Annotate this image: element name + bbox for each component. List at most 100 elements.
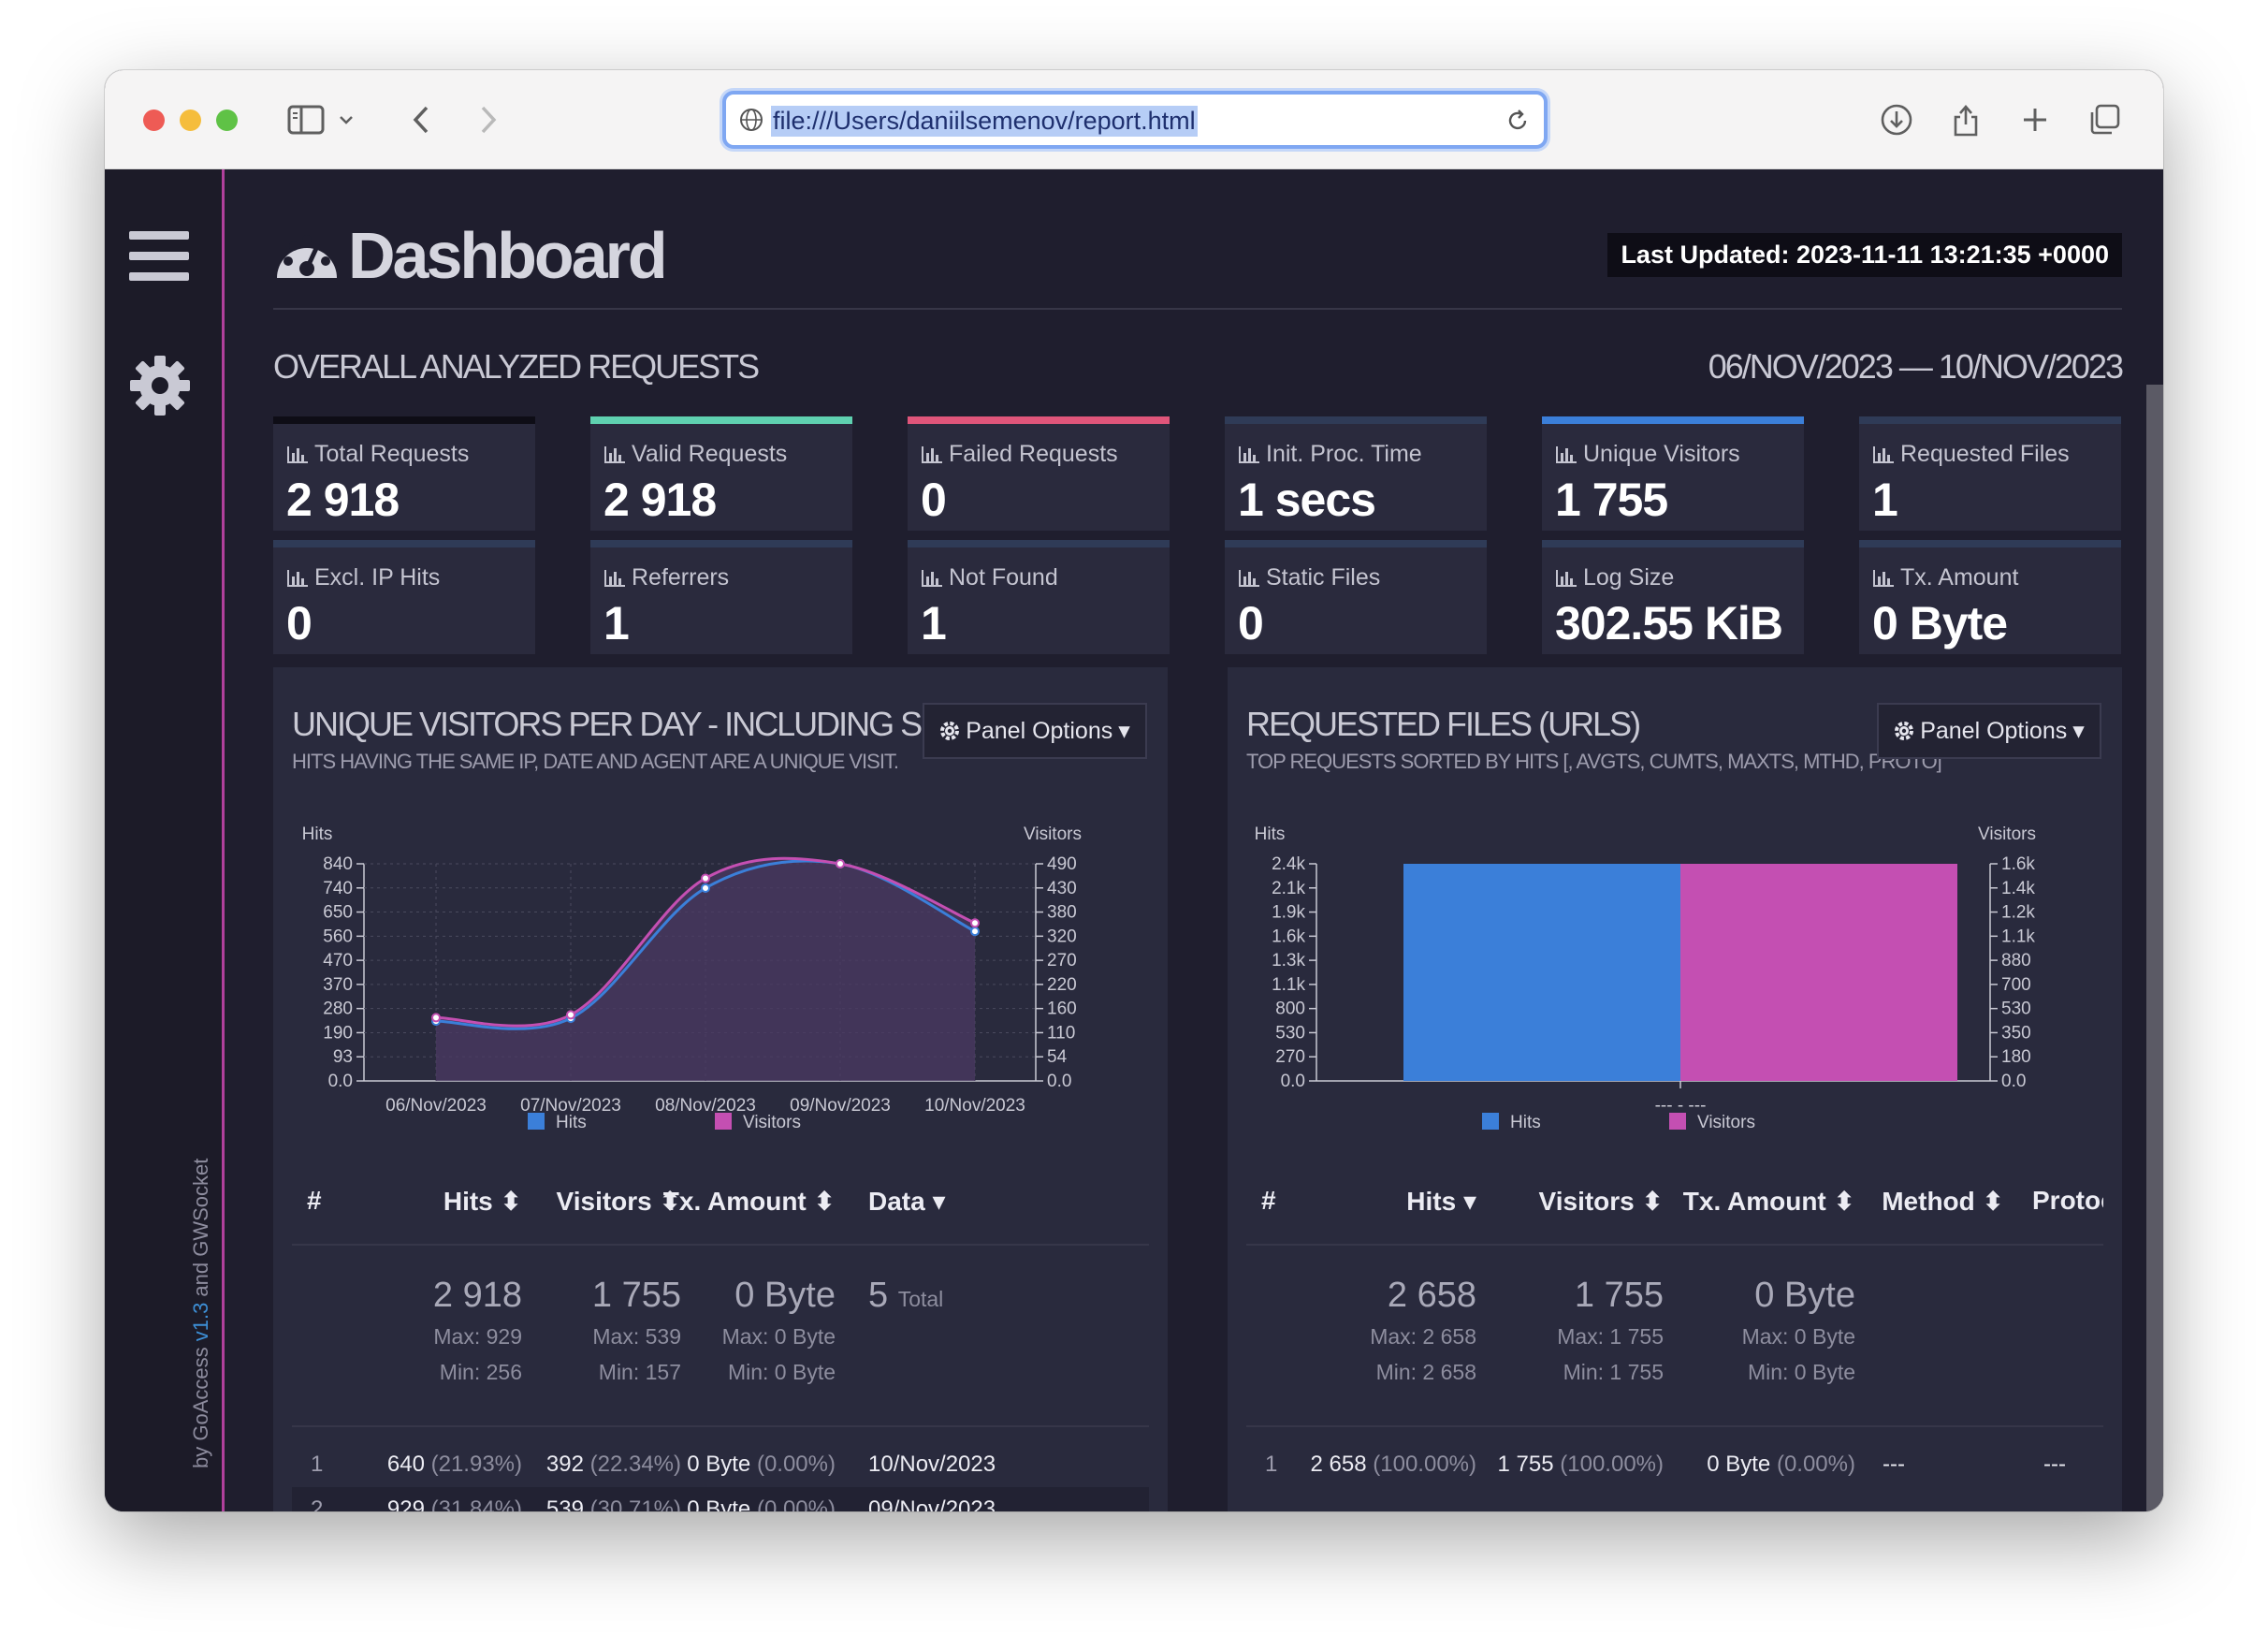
col-method-label: Method xyxy=(1882,1187,1975,1216)
row-tx-pct: (0.00%) xyxy=(756,1452,836,1477)
stat-card: Requested Files 1 xyxy=(1859,416,2121,531)
small-gear-icon xyxy=(940,722,960,740)
col-method-sort[interactable]: Method ⬍ xyxy=(1882,1186,2004,1217)
col-tx-sort[interactable]: Tx. Amount ⬍ xyxy=(1683,1186,1855,1217)
download-icon[interactable] xyxy=(1875,98,1918,141)
col-protocol-sort[interactable]: Protocol xyxy=(2032,1186,2103,1216)
close-window-button[interactable] xyxy=(143,109,165,131)
row-visitors-pct: (100.00%) xyxy=(1560,1452,1664,1477)
stat-card-value: 1 xyxy=(603,597,630,649)
visitors-point xyxy=(431,1013,441,1023)
col-tx-sort[interactable]: Tx. Amount ⬍ xyxy=(663,1186,836,1217)
stat-card: Not Found 1 xyxy=(908,540,1170,654)
caret-down-icon: ▾ xyxy=(2072,718,2085,744)
col-tx-label: Tx. Amount xyxy=(662,1187,807,1216)
hamburger-menu-icon[interactable] xyxy=(129,231,189,286)
col-tx-label: Tx. Amount xyxy=(1682,1187,1826,1216)
y-tick-label-right: 0.0 xyxy=(1047,1072,1071,1091)
summary-hits: 2 658 xyxy=(1387,1276,1476,1315)
url-text[interactable]: file:///Users/daniilsemenov/report.html xyxy=(771,106,1198,137)
back-icon[interactable] xyxy=(400,98,443,141)
summary-tx-min: Min: 0 Byte xyxy=(727,1360,836,1384)
stat-card-value: 0 xyxy=(286,597,313,649)
row-number: 2 xyxy=(311,1496,324,1511)
y-tick-label-left: 1.1k xyxy=(1272,975,1305,995)
y-tick-label-right: 490 xyxy=(1047,854,1077,874)
report-page: by GoAccess v1.3 and GWSocket Dashboard … xyxy=(105,169,2163,1511)
summary-visitors-min: Min: 157 xyxy=(598,1360,681,1384)
credit-version-link[interactable]: v1.3 xyxy=(189,1303,212,1342)
chevron-down-icon[interactable] xyxy=(332,98,360,141)
y-tick-label-right: 380 xyxy=(1047,903,1077,923)
y-tick-label-left: 560 xyxy=(323,927,353,946)
x-tick-label: 08/Nov/2023 xyxy=(655,1096,756,1116)
bar-chart-icon xyxy=(922,569,942,587)
row-hits-pct: (21.93%) xyxy=(430,1452,522,1477)
summary-visitors: 1 755 xyxy=(1574,1276,1664,1315)
row-visitors: 1 755 (100.00%) xyxy=(1498,1452,1664,1478)
tab-overview-icon[interactable] xyxy=(2083,98,2126,141)
hits-point xyxy=(970,927,980,937)
visitors-point xyxy=(970,918,980,928)
y-tick-label-right: 54 xyxy=(1047,1047,1068,1067)
summary-tx: 0 Byte xyxy=(734,1276,836,1315)
col-number: # xyxy=(307,1186,322,1215)
reload-icon[interactable] xyxy=(1505,108,1531,134)
stat-card-label: Not Found xyxy=(921,564,1058,591)
page-scrollbar[interactable] xyxy=(2146,385,2163,1511)
stat-card: Log Size 302.55 KiB xyxy=(1542,540,1804,654)
sidebar-toggle-icon[interactable] xyxy=(284,98,327,141)
y-tick-label-right: 1.6k xyxy=(2001,854,2035,874)
summary-visitors-max: Max: 1 755 xyxy=(1557,1324,1664,1349)
bar-chart-icon xyxy=(1873,569,1894,587)
sort-icon: ⬍ xyxy=(813,1187,836,1216)
stat-card: Static Files 0 xyxy=(1225,540,1487,654)
y-tick-label-right: 1.2k xyxy=(2001,903,2035,923)
col-hits-label: Hits xyxy=(443,1187,493,1216)
bar-chart-icon xyxy=(287,569,308,587)
y-axis-title-left: Hits xyxy=(1255,824,1286,844)
col-visitors-sort[interactable]: Visitors ⬍ xyxy=(1539,1186,1664,1217)
caret-down-icon: ▾ xyxy=(1118,718,1130,744)
visitors-table-header: # Hits ⬍ Visitors ⬍ Tx. Amount ⬍ Data ▾ xyxy=(273,1186,1168,1223)
summary-hits-min: Min: 2 658 xyxy=(1375,1360,1476,1384)
summary-tx-max: Max: 0 Byte xyxy=(721,1324,836,1349)
y-tick-label-right: 220 xyxy=(1047,975,1077,995)
gear-icon[interactable] xyxy=(129,355,191,421)
stat-card-label: Init. Proc. Time xyxy=(1238,441,1422,468)
new-tab-icon[interactable] xyxy=(2014,98,2057,141)
visitors-line-chart: 0.0 0.0 93 54 190 110 280 160 370 220 470 270 560 320… xyxy=(302,824,1082,1132)
maximize-window-button[interactable] xyxy=(216,109,238,131)
summary-hits-max: Max: 2 658 xyxy=(1370,1324,1476,1349)
col-hits-sort[interactable]: Hits ▾ xyxy=(1406,1186,1476,1217)
legend-label: Hits xyxy=(556,1113,587,1132)
panel-options-label: Panel Options xyxy=(1920,717,2068,744)
files-panel-options-button[interactable]: Panel Options ▾ xyxy=(1877,703,2101,759)
row-hits: 929 (31.84%) xyxy=(387,1496,522,1511)
y-tick-label-left: 1.6k xyxy=(1272,927,1305,946)
col-hits-sort[interactable]: Hits ⬍ xyxy=(443,1186,522,1217)
y-tick-label-left: 93 xyxy=(333,1047,353,1067)
stat-card: Init. Proc. Time 1 secs xyxy=(1225,416,1487,531)
panel-options-label: Panel Options xyxy=(966,717,1113,744)
visitors-panel-options-button[interactable]: Panel Options ▾ xyxy=(923,703,1147,759)
row-visitors-pct: (30.71%) xyxy=(589,1496,681,1511)
visitors-point xyxy=(701,873,710,883)
stat-card: Total Requests 2 918 xyxy=(273,416,535,531)
dashboard-title-text: Dashboard xyxy=(348,219,668,292)
y-tick-label-left: 2.1k xyxy=(1272,879,1305,898)
row-visitors-value: 539 xyxy=(545,1496,584,1511)
col-protocol-label: Protocol xyxy=(2032,1186,2103,1215)
stat-card-value: 1 755 xyxy=(1555,474,1668,526)
y-tick-label-left: 0.0 xyxy=(1281,1072,1305,1091)
bar-chart-icon xyxy=(1556,445,1577,463)
forward-icon[interactable] xyxy=(466,98,509,141)
y-tick-label-right: 270 xyxy=(1047,951,1077,970)
col-data-sort[interactable]: Data ▾ xyxy=(868,1186,946,1217)
minimize-window-button[interactable] xyxy=(180,109,201,131)
stat-card-label: Valid Requests xyxy=(603,441,787,468)
share-icon[interactable] xyxy=(1944,98,1987,141)
data-count-value: 5 xyxy=(868,1276,889,1315)
address-bar[interactable]: file:///Users/daniilsemenov/report.html xyxy=(722,91,1548,149)
dashboard-gauge-icon xyxy=(277,235,337,278)
